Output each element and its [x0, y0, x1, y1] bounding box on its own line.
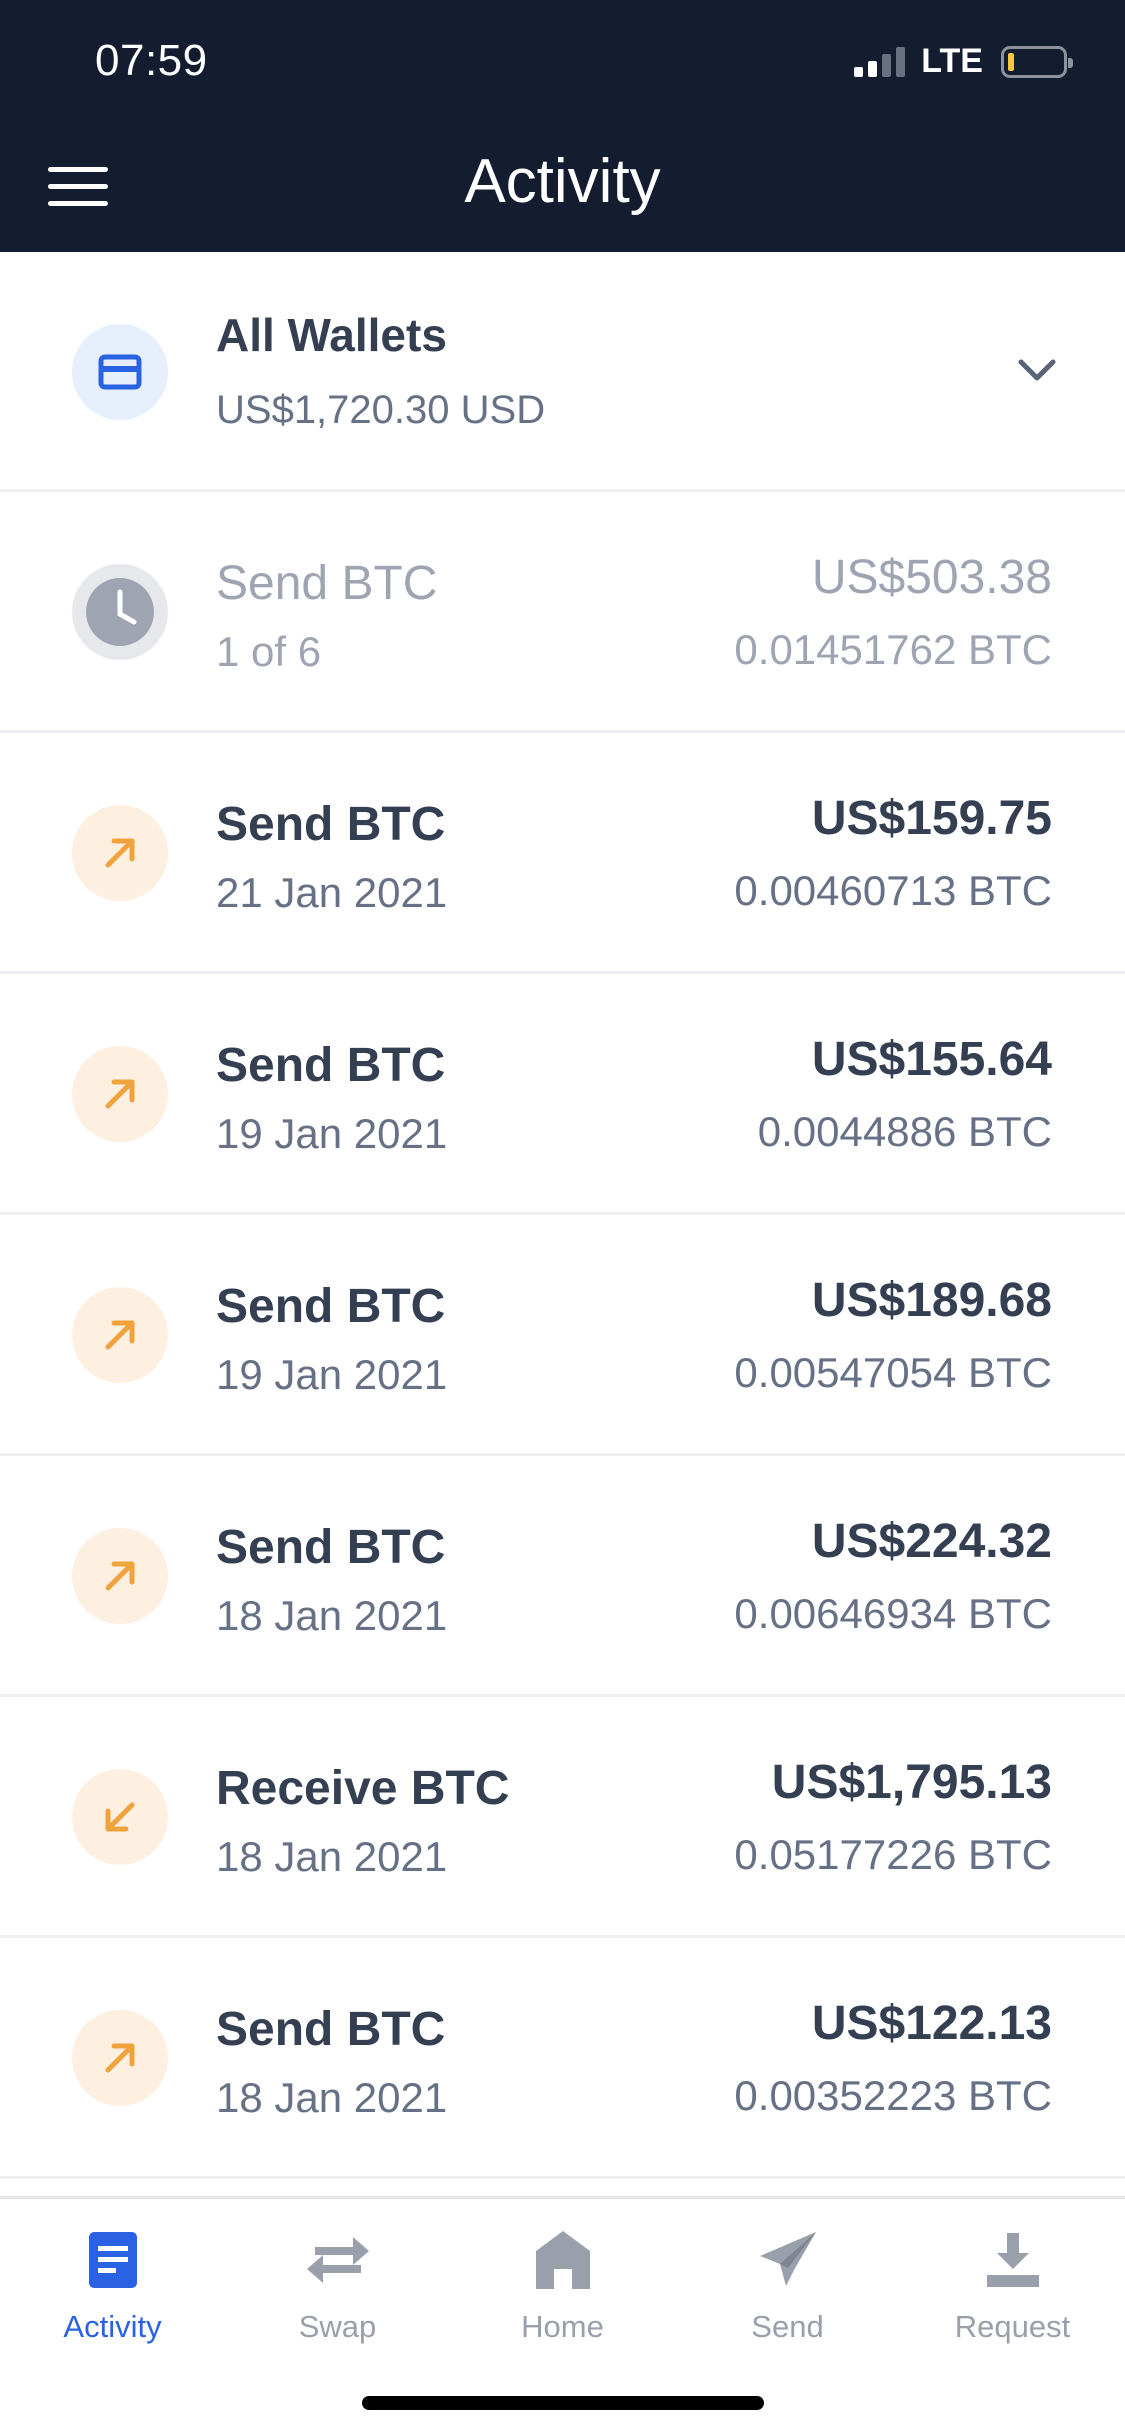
transaction-crypto-amount: 0.01451762 BTC [734, 626, 1052, 673]
battery-icon [1001, 45, 1073, 78]
transaction-title: Send BTC [216, 798, 446, 851]
transaction-crypto-amount: 0.00547054 BTC [734, 1349, 1052, 1396]
transaction-row[interactable]: Send BTC 18 Jan 2021 US$224.32 0.0064693… [0, 1456, 1125, 1697]
transaction-date: 21 Jan 2021 [216, 869, 448, 916]
arrow-up-right-icon [72, 805, 168, 901]
signal-icon [854, 46, 906, 77]
transaction-row[interactable]: Send BTC 18 Jan 2021 US$122.13 0.0035222… [0, 1938, 1125, 2179]
transaction-crypto-amount: 0.00460713 BTC [734, 867, 1052, 914]
transaction-crypto-amount: 0.05177226 BTC [734, 1831, 1052, 1878]
transaction-row[interactable]: Send BTC 1 of 6 US$503.38 0.01451762 BTC [0, 492, 1125, 733]
tab-label: Send [751, 2309, 824, 2344]
transaction-fiat-amount: US$189.68 [811, 1274, 1052, 1327]
arrow-up-right-icon [72, 1046, 168, 1142]
wallet-card-icon [72, 324, 168, 420]
transaction-date: 19 Jan 2021 [216, 1110, 448, 1157]
tab-label: Swap [298, 2309, 377, 2344]
network-type: LTE [921, 42, 983, 80]
transaction-subtitle: 1 of 6 [216, 628, 322, 675]
transaction-row[interactable]: Send BTC 19 Jan 2021 US$189.68 0.0054705… [0, 1215, 1125, 1456]
request-icon [900, 2225, 1125, 2295]
transaction-row[interactable]: Send BTC 19 Jan 2021 US$155.64 0.0044886… [0, 974, 1125, 1215]
transaction-row[interactable]: Send BTC 21 Jan 2021 US$159.75 0.0046071… [0, 733, 1125, 974]
home-icon [450, 2225, 675, 2295]
activity-icon [0, 2225, 225, 2295]
chevron-down-icon[interactable] [1017, 356, 1057, 389]
tab-label: Activity [63, 2309, 162, 2344]
transaction-title: Send BTC [216, 1039, 446, 1092]
transaction-row[interactable]: Receive BTC 18 Jan 2021 US$1,795.13 0.05… [0, 1697, 1125, 1938]
transaction-crypto-amount: 0.0044886 BTC [757, 1108, 1052, 1155]
app-header: 07:59 LTE Activity [0, 0, 1125, 252]
transaction-title: Receive BTC [216, 1762, 510, 1815]
transaction-date: 18 Jan 2021 [216, 2074, 448, 2121]
tab-request[interactable]: Request [900, 2199, 1125, 2369]
transaction-date: 18 Jan 2021 [216, 1833, 448, 1880]
tab-swap[interactable]: Swap [225, 2199, 450, 2369]
transaction-fiat-amount: US$159.75 [811, 792, 1052, 845]
wallet-balance: US$1,720.30 USD [216, 388, 546, 432]
transaction-fiat-amount: US$503.38 [811, 551, 1052, 604]
transaction-fiat-amount: US$224.32 [811, 1515, 1052, 1568]
transaction-title: Send BTC [216, 1280, 446, 1333]
transaction-title: Send BTC [216, 1521, 446, 1574]
wallet-selector[interactable]: All Wallets US$1,720.30 USD [0, 252, 1125, 492]
tab-label: Request [954, 2309, 1071, 2344]
arrow-down-left-icon [72, 1769, 168, 1865]
transaction-title: Send BTC [216, 2003, 446, 2056]
tab-home[interactable]: Home [450, 2199, 675, 2369]
transaction-fiat-amount: US$155.64 [811, 1033, 1052, 1086]
arrow-up-right-icon [72, 2010, 168, 2106]
wallet-title: All Wallets [216, 309, 447, 361]
transaction-date: 19 Jan 2021 [216, 1351, 448, 1398]
transaction-fiat-amount: US$122.13 [811, 1997, 1052, 2050]
transaction-fiat-amount: US$1,795.13 [771, 1756, 1052, 1809]
arrow-up-right-icon [72, 1287, 168, 1383]
send-icon [675, 2225, 900, 2295]
transaction-crypto-amount: 0.00352223 BTC [734, 2072, 1052, 2119]
clock-icon [72, 564, 168, 660]
transaction-crypto-amount: 0.00646934 BTC [734, 1590, 1052, 1637]
status-icons: LTE [854, 42, 1073, 81]
home-indicator[interactable] [362, 2396, 764, 2410]
page-title: Activity [464, 147, 661, 216]
status-time: 07:59 [95, 36, 208, 85]
transaction-title: Send BTC [216, 557, 438, 610]
tab-label: Home [521, 2309, 604, 2344]
arrow-up-right-icon [72, 1528, 168, 1624]
tab-send[interactable]: Send [675, 2199, 900, 2369]
swap-icon [225, 2225, 450, 2295]
transaction-date: 18 Jan 2021 [216, 1592, 448, 1639]
tab-activity[interactable]: Activity [0, 2199, 225, 2369]
